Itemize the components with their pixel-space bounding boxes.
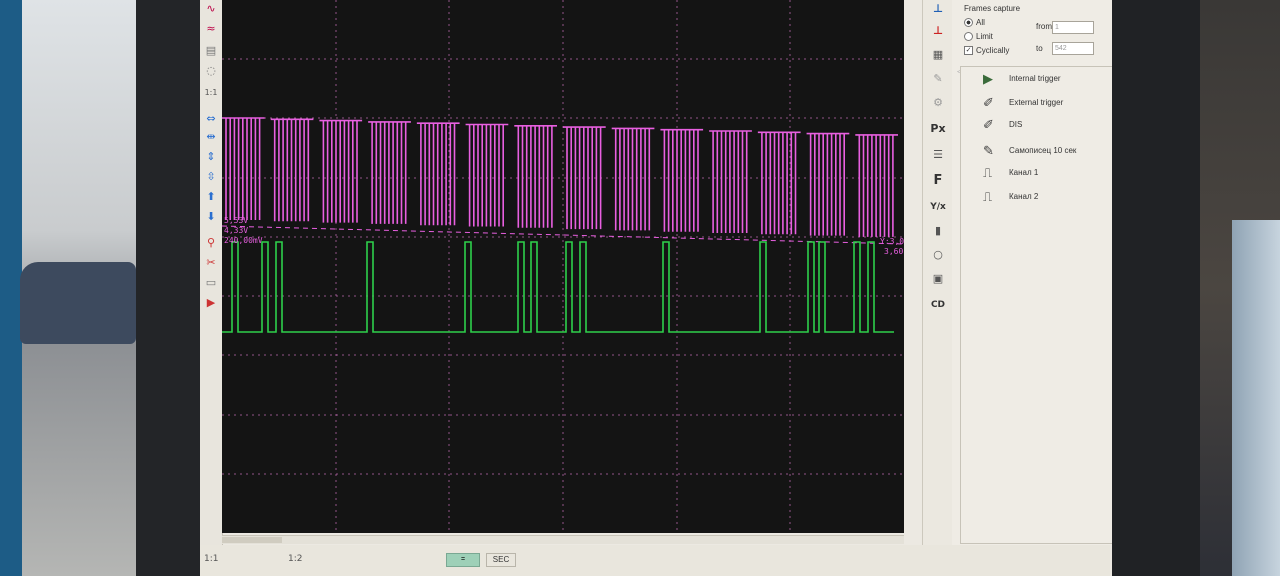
grid-icon[interactable]: ▤	[204, 44, 218, 58]
cd-tool[interactable]: CD	[927, 296, 949, 314]
frames-capture-title: Frames capture	[964, 4, 1021, 13]
trigger-label: External trigger	[1009, 98, 1064, 107]
oscilloscope-display[interactable]: 5,53V 4,33V 240,00mV Y:3,00V 3,60	[222, 0, 904, 533]
cyclically-checkbox[interactable]: ✓ Cyclically	[964, 46, 1010, 56]
channel-1-icon: ⎍	[983, 165, 993, 180]
radio-all-indicator[interactable]	[964, 18, 973, 28]
photo-blue-pole	[0, 0, 22, 576]
radio-limit-indicator[interactable]	[964, 32, 973, 42]
monitor-bezel-left	[136, 0, 200, 576]
magnifier-icon[interactable]: ⚲	[204, 236, 218, 250]
to-label: to	[1036, 44, 1043, 53]
calculator-icon[interactable]: ▦	[927, 46, 949, 64]
zoom-in-horizontal-icon[interactable]: ⇔	[204, 112, 218, 126]
move-up-icon[interactable]: ⬆	[204, 190, 218, 204]
tool-column: ⊥ ⊥ ▦ ✎ ⚙ Px ☰ F Y/x ▮ ○ ▣ CD	[922, 0, 954, 545]
status-bar: 1:1 1:2 = SEC	[200, 545, 1110, 576]
trigger-label: Самописец 10 сек	[1009, 146, 1077, 155]
radio-limit-label: Limit	[976, 32, 993, 41]
ch1-level-label-b: 4,33V	[224, 226, 249, 235]
photo-car	[20, 262, 136, 344]
ratio-icon[interactable]: 1:1	[204, 86, 218, 100]
monitor-bezel-right	[1112, 0, 1200, 576]
ch1-level-label-a: 5,53V	[224, 216, 249, 225]
external-trigger-icon: ✐	[983, 95, 994, 110]
cursor-readout-b: 3,60	[884, 247, 904, 256]
axis-tool-icon[interactable]: ⊥	[927, 0, 949, 18]
trigger-label: Канал 2	[1009, 192, 1039, 201]
to-input[interactable]: 542	[1052, 42, 1094, 55]
function-tool[interactable]: F	[927, 172, 949, 190]
cursor-tool-icon[interactable]: ◌	[204, 64, 218, 78]
record-icon[interactable]: ▶	[204, 296, 218, 310]
photo-metal-panel	[1232, 220, 1280, 576]
waveform-canvas	[222, 0, 904, 533]
status-ratio-b: 1:2	[288, 554, 303, 564]
scrollbar-thumb[interactable]	[222, 537, 282, 543]
filter-icon[interactable]: ☰	[927, 146, 949, 164]
ch2-level-label: 240,00mV	[224, 236, 263, 245]
status-ratio-a: 1:1	[204, 554, 219, 564]
waveform-icon[interactable]: ≈	[204, 22, 218, 36]
ch2-waveform	[222, 241, 894, 333]
left-toolbar: ∿ ≈ ▤ ◌ 1:1 ⇔ ⇹ ⇕ ⇳ ⬆ ⬇ ⚲ ✂ ▭ ▶	[200, 0, 223, 545]
sine-wave-icon[interactable]: ∿	[204, 2, 218, 16]
trigger-edge-icon[interactable]: ⊥	[927, 22, 949, 40]
run-button[interactable]: =	[446, 553, 480, 567]
time-unit-button[interactable]: SEC	[486, 553, 516, 567]
pixel-tool[interactable]: Px	[927, 120, 949, 138]
recorder-icon: ✎	[983, 143, 994, 158]
probe-icon[interactable]: ✎	[927, 70, 949, 88]
checkbox-check-icon[interactable]: ✓	[964, 46, 973, 56]
battery-icon[interactable]: ▮	[927, 222, 949, 240]
zoom-out-horizontal-icon[interactable]: ⇹	[204, 130, 218, 144]
measure-icon[interactable]: ✂	[204, 256, 218, 270]
zoom-out-vertical-icon[interactable]: ⇳	[204, 170, 218, 184]
horizontal-scrollbar[interactable]	[222, 535, 904, 544]
radio-all[interactable]: All	[964, 18, 985, 28]
yx-tool[interactable]: Y/x	[927, 198, 949, 216]
dis-icon: ✐	[983, 117, 994, 132]
cursor-readout-a: Y:3,00V	[880, 237, 904, 246]
radio-limit[interactable]: Limit	[964, 32, 993, 42]
print-icon[interactable]: ▭	[204, 276, 218, 290]
move-down-icon[interactable]: ⬇	[204, 210, 218, 224]
trigger-label: Канал 1	[1009, 168, 1039, 177]
internal-trigger-icon: ▶	[983, 71, 993, 86]
trigger-label: DIS	[1009, 120, 1023, 129]
settings-icon[interactable]: ⚙	[927, 94, 949, 112]
trigger-label: Internal trigger	[1009, 74, 1061, 83]
cyclically-label: Cyclically	[976, 46, 1010, 55]
from-label: from	[1036, 22, 1052, 31]
from-input[interactable]: 1	[1052, 21, 1094, 34]
radio-all-label: All	[976, 18, 985, 27]
channel-2-icon: ⎍	[983, 189, 993, 204]
zoom-in-vertical-icon[interactable]: ⇕	[204, 150, 218, 164]
ch1-waveform	[222, 117, 898, 237]
circle-icon[interactable]: ○	[927, 246, 949, 264]
save-icon[interactable]: ▣	[927, 270, 949, 288]
